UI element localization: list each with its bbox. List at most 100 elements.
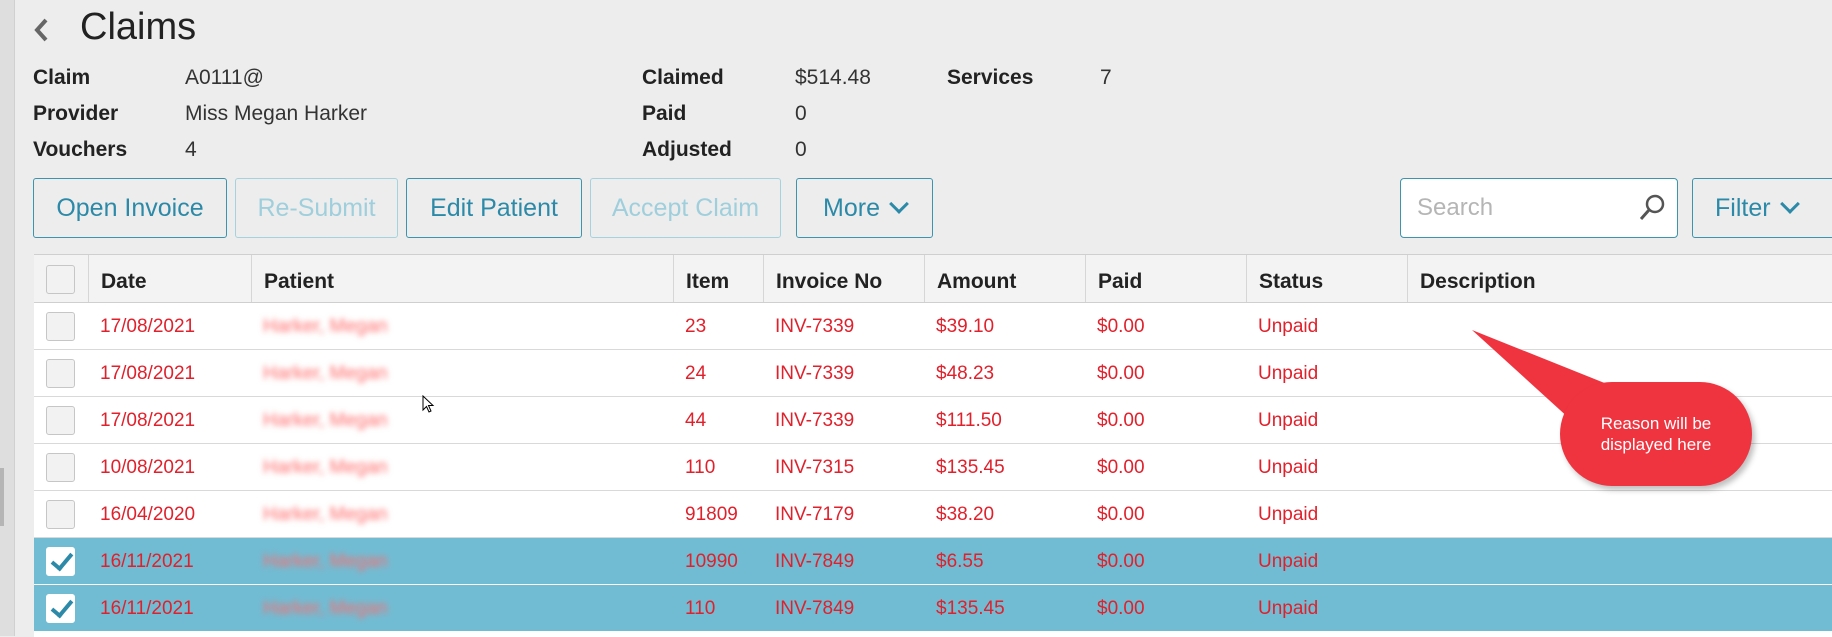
- column-header-date[interactable]: Date: [88, 255, 251, 302]
- cell-date: 10/08/2021: [100, 457, 196, 478]
- cell-paid: $0.00: [1097, 457, 1145, 478]
- cell-date: 17/08/2021: [100, 410, 196, 431]
- accept-claim-button[interactable]: Accept Claim: [590, 178, 781, 238]
- row-checkbox[interactable]: [46, 406, 75, 435]
- adjusted-value: 0: [795, 138, 807, 161]
- cell-patient: Harker, Megan: [263, 363, 388, 384]
- cell-description: [1407, 491, 1832, 538]
- cell-patient: Harker, Megan: [263, 457, 388, 478]
- back-button[interactable]: [30, 12, 54, 48]
- row-checkbox[interactable]: [46, 453, 75, 482]
- cell-status: Unpaid: [1258, 316, 1319, 337]
- more-label: More: [823, 193, 880, 222]
- cell-invoice-no: INV-7315: [775, 457, 855, 478]
- column-header-patient[interactable]: Patient: [251, 255, 673, 302]
- row-checkbox[interactable]: [46, 359, 75, 388]
- cell-item: 23: [685, 316, 707, 337]
- cell-item: 91809: [685, 504, 738, 525]
- filter-label: Filter: [1715, 193, 1771, 222]
- cell-patient: Harker, Megan: [263, 504, 388, 525]
- cell-invoice-no: INV-7179: [775, 504, 855, 525]
- cell-patient: Harker, Megan: [263, 598, 388, 619]
- cell-item: 44: [685, 410, 707, 431]
- cell-paid: $0.00: [1097, 410, 1145, 431]
- search-icon[interactable]: [1637, 193, 1667, 223]
- annotation-callout: Reason will be displayed here: [1560, 382, 1752, 486]
- search-box[interactable]: [1400, 178, 1678, 238]
- cell-status: Unpaid: [1258, 551, 1319, 572]
- edit-patient-button[interactable]: Edit Patient: [406, 178, 582, 238]
- services-value: 7: [1100, 66, 1112, 89]
- column-header-description[interactable]: Description: [1407, 255, 1832, 302]
- claim-value: A0111@: [185, 66, 264, 89]
- row-checkbox[interactable]: [46, 594, 75, 623]
- cell-status: Unpaid: [1258, 363, 1319, 384]
- cell-date: 16/11/2021: [100, 598, 194, 619]
- search-input[interactable]: [1415, 193, 1639, 223]
- cell-description: [1407, 538, 1832, 585]
- cell-amount: $135.45: [936, 598, 1005, 619]
- cell-status: Unpaid: [1258, 598, 1319, 619]
- cell-item: 24: [685, 363, 707, 384]
- adjusted-label: Adjusted: [642, 138, 732, 161]
- chevron-left-icon: [34, 18, 48, 42]
- cell-date: 17/08/2021: [100, 316, 196, 337]
- cell-amount: $111.50: [936, 410, 1002, 431]
- cell-patient: Harker, Megan: [263, 551, 388, 572]
- services-label: Services: [947, 66, 1034, 89]
- claimed-label: Claimed: [642, 66, 724, 89]
- table-row[interactable]: 16/11/2021 Harker, Megan 10990 INV-7849 $6.5…: [34, 538, 1832, 585]
- cell-description: [1407, 585, 1832, 632]
- provider-value: Miss Megan Harker: [185, 102, 368, 125]
- left-edge-bar: [0, 0, 15, 636]
- select-all-checkbox[interactable]: [46, 265, 75, 294]
- cell-date: 16/04/2020: [100, 504, 196, 525]
- cell-date: 16/11/2021: [100, 551, 194, 572]
- row-checkbox[interactable]: [46, 312, 75, 341]
- cell-invoice-no: INV-7339: [775, 316, 855, 337]
- row-checkbox[interactable]: [46, 547, 75, 576]
- cell-amount: $39.10: [936, 316, 995, 337]
- cell-paid: $0.00: [1097, 504, 1145, 525]
- cell-item: 10990: [685, 551, 738, 572]
- vouchers-value: 4: [185, 138, 197, 161]
- provider-label: Provider: [33, 102, 119, 125]
- cell-paid: $0.00: [1097, 598, 1145, 619]
- left-edge-tick: [0, 468, 4, 526]
- column-header-item[interactable]: Item: [673, 255, 763, 302]
- table-row[interactable]: 16/11/2021 Harker, Megan 110 INV-7849 $135.4…: [34, 585, 1832, 632]
- cell-paid: $0.00: [1097, 316, 1145, 337]
- cell-invoice-no: INV-7339: [775, 410, 855, 431]
- column-header-paid[interactable]: Paid: [1085, 255, 1246, 302]
- chevron-down-icon: [889, 194, 909, 214]
- cell-invoice-no: INV-7849: [775, 551, 855, 572]
- cell-invoice-no: INV-7339: [775, 363, 855, 384]
- cell-paid: $0.00: [1097, 363, 1145, 384]
- cell-item: 110: [685, 598, 716, 619]
- column-header-invoice-no[interactable]: Invoice No: [763, 255, 924, 302]
- cell-amount: $48.23: [936, 363, 995, 384]
- chevron-down-icon: [1779, 194, 1800, 214]
- claim-label: Claim: [33, 66, 91, 89]
- cell-item: 110: [685, 457, 716, 478]
- table-row[interactable]: 16/04/2020 Harker, Megan 91809 INV-7179 $38.…: [34, 491, 1832, 538]
- cell-status: Unpaid: [1258, 504, 1319, 525]
- more-dropdown-button[interactable]: More: [796, 178, 933, 238]
- cell-patient: Harker, Megan: [263, 316, 388, 337]
- open-invoice-button[interactable]: Open Invoice: [33, 178, 227, 238]
- column-header-amount[interactable]: Amount: [924, 255, 1085, 302]
- paid-label: Paid: [642, 102, 687, 125]
- row-checkbox[interactable]: [46, 500, 75, 529]
- resubmit-button[interactable]: Re-Submit: [235, 178, 398, 238]
- table-header: Date Patient Item Invoice No Amount Paid…: [34, 255, 1832, 303]
- filter-dropdown-button[interactable]: Filter: [1692, 178, 1832, 238]
- cell-invoice-no: INV-7849: [775, 598, 855, 619]
- cell-amount: $6.55: [936, 551, 984, 572]
- callout-line-1: Reason will be: [1600, 414, 1712, 433]
- mouse-cursor-icon: [422, 395, 435, 413]
- paid-value: 0: [795, 102, 807, 125]
- cell-amount: $135.45: [936, 457, 1005, 478]
- cell-status: Unpaid: [1258, 457, 1319, 478]
- cell-date: 17/08/2021: [100, 363, 196, 384]
- column-header-status[interactable]: Status: [1246, 255, 1407, 302]
